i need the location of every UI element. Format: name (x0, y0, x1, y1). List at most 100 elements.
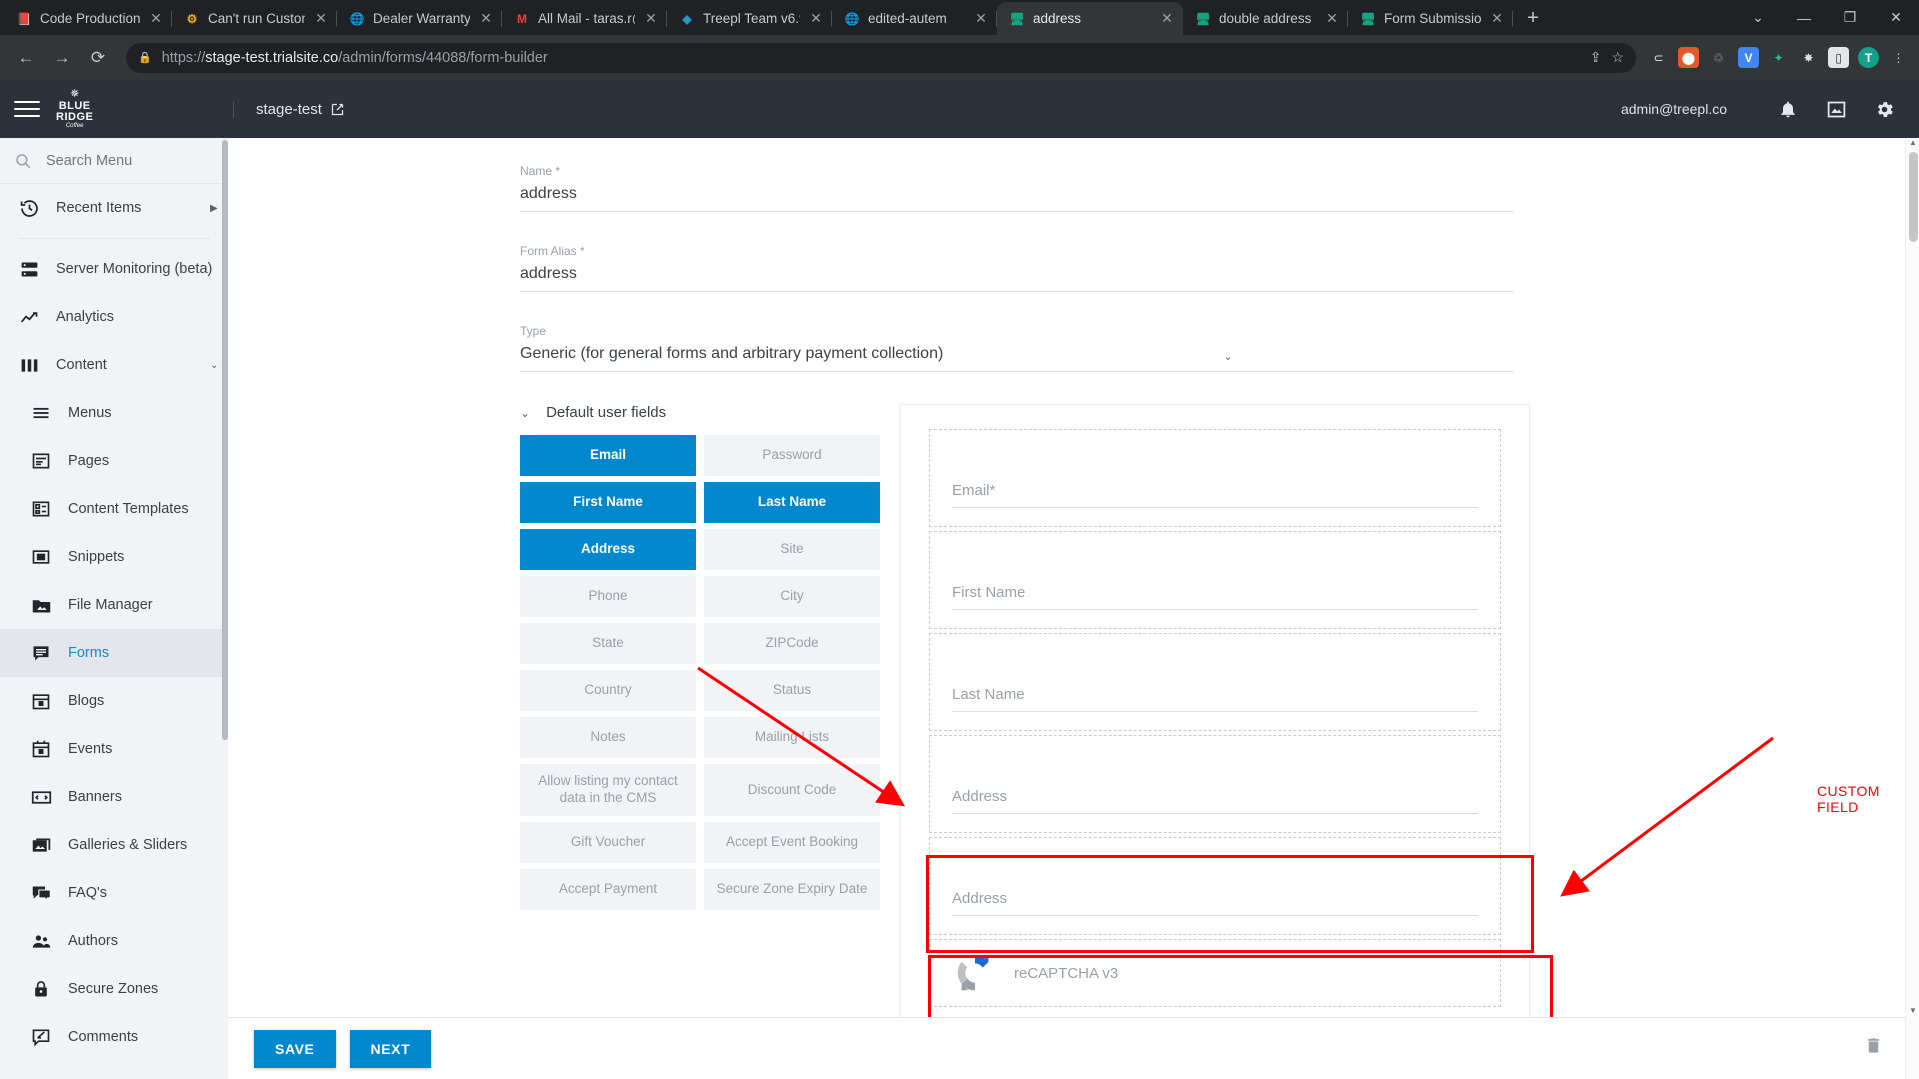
profile-avatar[interactable]: T (1858, 47, 1879, 68)
field-chip-email[interactable]: Email (520, 435, 696, 476)
form-type-field[interactable]: Type Generic (for general forms and arbi… (520, 324, 1513, 372)
tab-close-icon[interactable]: ✕ (973, 10, 989, 27)
field-chip-address[interactable]: Address (520, 529, 696, 570)
field-chip-first-name[interactable]: First Name (520, 482, 696, 523)
field-chip-status[interactable]: Status (704, 670, 880, 711)
field-chip-password[interactable]: Password (704, 435, 880, 476)
sidebar-item-authors[interactable]: Authors (0, 917, 228, 965)
tab-close-icon[interactable]: ✕ (643, 10, 659, 27)
grammarly-extension-icon[interactable]: ✦ (1768, 47, 1789, 68)
back-button[interactable]: ← (10, 42, 42, 74)
recycle-extension-icon[interactable]: ♲ (1708, 47, 1729, 68)
form-alias-field[interactable]: Form Alias * address (520, 244, 1513, 292)
field-chip-secure-zone-expiry-date[interactable]: Secure Zone Expiry Date (704, 869, 880, 910)
browser-tab[interactable]: M All Mail - taras.r@ez-b ✕ (502, 2, 667, 35)
sidebar-item-events[interactable]: Events (0, 725, 228, 773)
loop-extension-icon[interactable]: ⊂ (1648, 47, 1669, 68)
adblock-extension-icon[interactable]: ✸ (1798, 47, 1819, 68)
page-scrollbar-thumb[interactable] (1909, 152, 1918, 242)
sidebar-item-comments[interactable]: Comments (0, 1013, 228, 1061)
sidebar-search[interactable] (0, 138, 228, 184)
form-name-field[interactable]: Name * address (520, 164, 1513, 212)
field-chip-zipcode[interactable]: ZIPCode (704, 623, 880, 664)
scroll-up-arrow[interactable]: ▲ (1909, 138, 1917, 147)
reload-button[interactable]: ⟳ (82, 42, 114, 74)
share-icon[interactable]: ⇪ (1590, 49, 1602, 66)
sidebar-item-snippets[interactable]: Snippets (0, 533, 228, 581)
form-name-value[interactable]: address (520, 185, 1513, 212)
field-chip-mailing-lists[interactable]: Mailing Lists (704, 717, 880, 758)
tab-close-icon[interactable]: ✕ (808, 10, 824, 27)
field-chip-phone[interactable]: Phone (520, 576, 696, 617)
preview-field-email[interactable]: Email* (929, 429, 1501, 527)
pocket-extension-icon[interactable]: ▯ (1828, 47, 1849, 68)
kebab-menu-icon[interactable]: ⋮ (1888, 47, 1909, 68)
field-chip-discount-code[interactable]: Discount Code (704, 764, 880, 816)
bell-icon[interactable] (1775, 96, 1801, 122)
tab-close-icon[interactable]: ✕ (313, 10, 329, 27)
menu-toggle-icon[interactable] (14, 101, 40, 117)
sidebar-item-recent-items[interactable]: Recent Items ▶ (0, 184, 228, 232)
maximize-button[interactable]: ❐ (1827, 0, 1873, 35)
browser-tab[interactable]: 🖥 Form Submission Resu ✕ (1348, 2, 1513, 35)
sidebar-scrollbar[interactable] (222, 140, 228, 740)
field-chip-allow-listing-my-contact-data-in-the-cms[interactable]: Allow listing my contact data in the CMS (520, 764, 696, 816)
site-name-link[interactable]: stage-test (233, 100, 345, 118)
field-chip-state[interactable]: State (520, 623, 696, 664)
sidebar-item-faq-s[interactable]: FAQ's (0, 869, 228, 917)
field-chip-notes[interactable]: Notes (520, 717, 696, 758)
sidebar-item-galleries-sliders[interactable]: Galleries & Sliders (0, 821, 228, 869)
field-chip-accept-event-booking[interactable]: Accept Event Booking (704, 822, 880, 863)
palette-header[interactable]: ⌄ Default user fields (520, 404, 880, 421)
field-chip-country[interactable]: Country (520, 670, 696, 711)
tab-close-icon[interactable]: ✕ (478, 10, 494, 27)
trash-icon[interactable] (1864, 1036, 1883, 1061)
sidebar-item-content[interactable]: Content ⌄ (0, 341, 228, 389)
sidebar-item-file-manager[interactable]: File Manager (0, 581, 228, 629)
field-chip-site[interactable]: Site (704, 529, 880, 570)
sidebar-item-blogs[interactable]: Blogs (0, 677, 228, 725)
tab-close-icon[interactable]: ✕ (1324, 10, 1340, 27)
browser-tab[interactable]: ⚙ Can't run Custom Repo ✕ (172, 2, 337, 35)
v-extension-icon[interactable]: V (1738, 47, 1759, 68)
tab-search-icon[interactable]: ⌄ (1735, 0, 1781, 35)
sidebar-item-analytics[interactable]: Analytics (0, 293, 228, 341)
forward-button[interactable]: → (46, 42, 78, 74)
tab-close-icon[interactable]: ✕ (148, 10, 164, 27)
sidebar-item-pages[interactable]: Pages (0, 437, 228, 485)
close-window-button[interactable]: ✕ (1873, 0, 1919, 35)
gear-icon[interactable] (1871, 96, 1897, 122)
sidebar-item-banners[interactable]: Banners (0, 773, 228, 821)
scroll-down-arrow[interactable]: ▼ (1909, 1006, 1917, 1015)
preview-field-address[interactable]: Address (929, 735, 1501, 833)
form-alias-value[interactable]: address (520, 265, 1513, 292)
browser-tab[interactable]: 🌐 edited-autem ✕ (832, 2, 997, 35)
sidebar-item-forms[interactable]: Forms (0, 629, 228, 677)
preview-field-first-name[interactable]: First Name (929, 531, 1501, 629)
browser-tab[interactable]: ◈ Treepl Team v6.9 Back ✕ (667, 2, 832, 35)
image-icon[interactable] (1823, 96, 1849, 122)
sidebar-item-content-templates[interactable]: Content Templates (0, 485, 228, 533)
browser-tab[interactable]: 🖥 double address ✕ (1183, 2, 1348, 35)
address-bar[interactable]: 🔒 https://stage-test.trialsite.co/admin/… (126, 42, 1636, 73)
form-type-select[interactable]: Generic (for general forms and arbitrary… (520, 345, 1513, 372)
field-chip-last-name[interactable]: Last Name (704, 482, 880, 523)
next-button[interactable]: NEXT (349, 1029, 432, 1068)
page-scrollbar[interactable]: ▲ ▼ (1905, 138, 1919, 1079)
ublock-extension-icon[interactable]: ⬤ (1678, 47, 1699, 68)
minimize-button[interactable]: — (1781, 0, 1827, 35)
tab-close-icon[interactable]: ✕ (1159, 10, 1175, 27)
tab-close-icon[interactable]: ✕ (1489, 10, 1505, 27)
browser-tab[interactable]: 📕 Code Production | Trel ✕ (4, 2, 172, 35)
field-chip-gift-voucher[interactable]: Gift Voucher (520, 822, 696, 863)
field-chip-city[interactable]: City (704, 576, 880, 617)
preview-field-address[interactable]: Address (929, 837, 1501, 935)
sidebar-item-server-monitoring-beta[interactable]: Server Monitoring (beta) (0, 245, 228, 293)
browser-tab[interactable]: 🖥 address ✕ (997, 2, 1183, 35)
sidebar-item-secure-zones[interactable]: Secure Zones (0, 965, 228, 1013)
new-tab-button[interactable]: + (1519, 4, 1547, 32)
field-chip-accept-payment[interactable]: Accept Payment (520, 869, 696, 910)
sidebar-item-menus[interactable]: Menus (0, 389, 228, 437)
search-input[interactable] (46, 152, 196, 169)
preview-field-last-name[interactable]: Last Name (929, 633, 1501, 731)
